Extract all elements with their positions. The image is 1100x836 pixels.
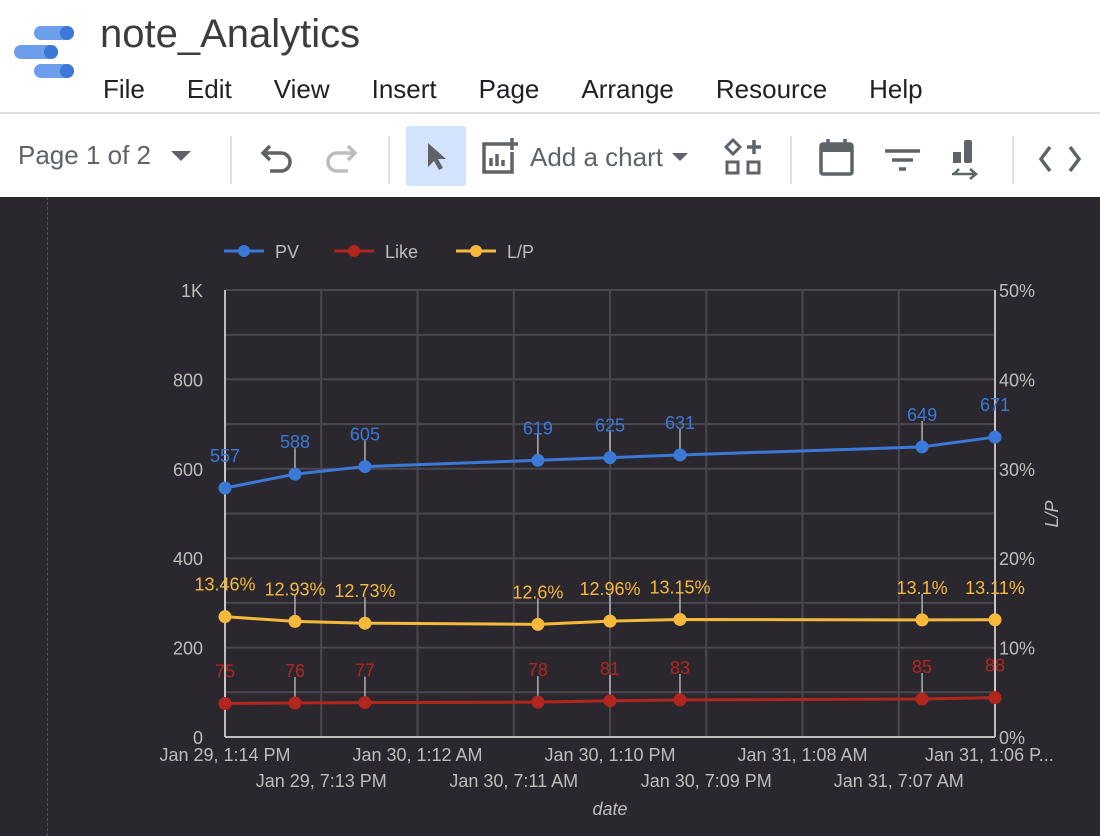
legend-marker [238,245,250,257]
x-axis-tick: Jan 30, 7:09 PM [641,771,772,791]
data-label: 83 [670,658,690,678]
data-point[interactable] [288,696,302,710]
right-axis-tick: 50% [999,281,1035,301]
left-axis-tick: 1K [181,281,203,301]
data-label: 588 [280,432,310,452]
data-point[interactable] [531,617,545,631]
data-point[interactable] [218,481,232,495]
data-label: 81 [600,659,620,679]
data-label: 12.93% [264,579,325,599]
data-label: 631 [665,413,695,433]
data-label: 76 [285,661,305,681]
combo-line-chart[interactable]: PV Like L/P 0 0%200 10%400 20%600 30%800 40%1K 5… [0,0,1100,836]
data-point[interactable] [603,451,617,465]
data-label: 85 [912,657,932,677]
data-point[interactable] [218,696,232,710]
data-label: 12.96% [579,579,640,599]
x-axis-tick: Jan 30, 1:12 AM [352,745,482,765]
x-axis-title: date [592,799,627,819]
data-point[interactable] [988,430,1002,444]
data-point[interactable] [988,613,1002,627]
data-label: 625 [595,416,625,436]
data-label: 75 [215,661,235,681]
data-label: 619 [523,418,553,438]
right-axis-tick: 30% [999,460,1035,480]
left-axis-tick: 200 [173,639,203,659]
data-label: 649 [907,405,937,425]
data-label: 13.11% [965,578,1025,598]
x-axis-tick: Jan 29, 7:13 PM [256,771,387,791]
left-axis-tick: 400 [173,549,203,569]
data-point[interactable] [218,610,232,624]
data-point[interactable] [915,440,929,454]
data-label: 13.46% [194,575,255,595]
legend-item-like[interactable]: Like [334,242,418,262]
data-label: 13.15% [649,577,710,597]
data-label: 12.73% [334,581,395,601]
x-axis-tick: Jan 30, 7:11 AM [449,771,578,791]
data-point[interactable] [673,693,687,707]
data-label: 13.1% [897,578,948,598]
right-axis-tick: 40% [999,370,1035,390]
chart-legend: PV Like L/P [224,242,534,262]
data-label: 605 [350,425,380,445]
legend-label: L/P [507,242,534,262]
data-point[interactable] [988,691,1002,705]
data-point[interactable] [915,613,929,627]
data-point[interactable] [358,460,372,474]
left-axis-tick: 800 [173,370,203,390]
x-axis-tick: Jan 29, 1:14 PM [159,745,290,765]
x-axis-tick: Jan 31, 1:08 AM [737,745,867,765]
x-axis-tick: Jan 30, 1:10 PM [544,745,675,765]
data-point[interactable] [531,695,545,709]
data-label: 88 [985,656,1005,676]
data-point[interactable] [531,453,545,467]
data-point[interactable] [673,612,687,626]
legend-item-lp[interactable]: L/P [456,242,534,262]
data-point[interactable] [673,448,687,462]
left-axis-tick: 600 [173,460,203,480]
data-point[interactable] [603,694,617,708]
data-label: 557 [210,446,240,466]
data-label: 671 [980,395,1010,415]
data-label: 78 [528,660,548,680]
legend-marker [348,245,360,257]
data-point[interactable] [358,616,372,630]
data-point[interactable] [603,614,617,628]
legend-marker [470,245,482,257]
data-point[interactable] [915,692,929,706]
data-point[interactable] [288,467,302,481]
data-label: 77 [355,661,375,681]
data-label: 12.6% [512,582,563,602]
right-axis-tick: 20% [999,549,1035,569]
legend-label: PV [275,242,299,262]
x-axis-tick: Jan 31, 1:06 P... [925,745,1054,765]
x-axis-tick: Jan 31, 7:07 AM [834,771,964,791]
legend-label: Like [385,242,418,262]
legend-item-pv[interactable]: PV [224,242,299,262]
right-axis-title: L/P [1042,500,1062,527]
data-point[interactable] [288,614,302,628]
data-point[interactable] [358,696,372,710]
